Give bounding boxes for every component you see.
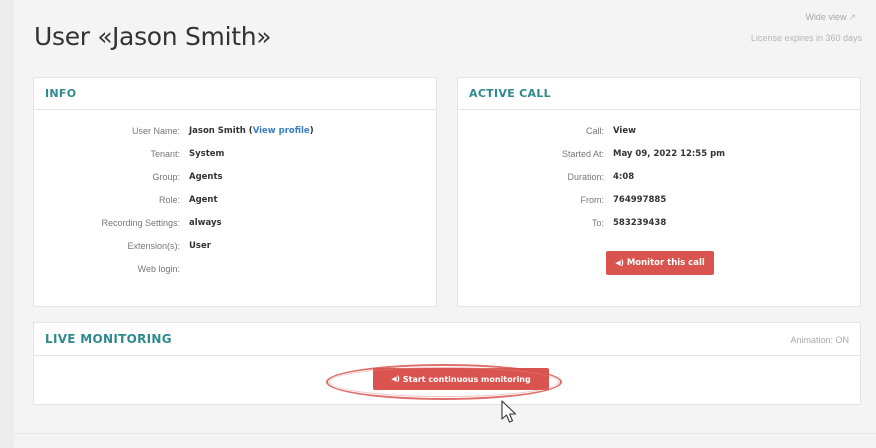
- active-call-header: ACTIVE CALL: [458, 78, 860, 110]
- recording-label: Recording Settings:: [101, 218, 180, 228]
- group-label: Group:: [152, 172, 180, 182]
- extension-row: Extension(s): User: [34, 241, 211, 255]
- info-panel-header: INFO: [34, 78, 436, 110]
- active-call-panel: ACTIVE CALL Call: View Started At: May 0…: [457, 77, 861, 307]
- tenant-row: Tenant: System: [34, 149, 224, 163]
- divider: [14, 433, 876, 434]
- info-panel-title: INFO: [45, 87, 77, 100]
- monitor-call-button[interactable]: ◀) Monitor this call: [606, 251, 714, 275]
- info-panel: INFO User Name: Jason Smith (View profil…: [33, 77, 437, 307]
- started-label: Started At:: [561, 149, 604, 159]
- tenant-link[interactable]: System: [189, 149, 224, 163]
- user-name-label: User Name:: [131, 126, 180, 136]
- from-row: From: 764997885: [458, 195, 667, 209]
- weblogin-label: Web login:: [137, 264, 180, 274]
- group-row: Group: Agents: [34, 172, 223, 186]
- to-value: 583239438: [613, 218, 667, 228]
- user-name-value: Jason Smith (View profile): [189, 126, 314, 140]
- duration-value: 4:08: [613, 172, 635, 182]
- call-view-link[interactable]: View: [613, 126, 636, 140]
- live-monitoring-header: LIVE MONITORING Animation: ON: [34, 323, 860, 356]
- user-name-text: Jason Smith: [189, 126, 246, 136]
- extension-value: User: [189, 241, 211, 251]
- to-label: To:: [591, 218, 604, 228]
- active-call-title: ACTIVE CALL: [469, 87, 551, 100]
- profile-paren-close: ): [309, 126, 314, 136]
- view-profile-link[interactable]: View profile: [253, 126, 310, 136]
- user-name-row: User Name: Jason Smith (View profile): [34, 126, 314, 140]
- call-label: Call:: [585, 126, 604, 136]
- extension-label: Extension(s):: [127, 241, 180, 251]
- weblogin-row: Web login:: [34, 264, 189, 278]
- tenant-label: Tenant:: [150, 149, 180, 159]
- speaker-icon: ◀): [615, 259, 624, 267]
- group-link[interactable]: Agents: [189, 172, 223, 186]
- duration-row: Duration: 4:08: [458, 172, 634, 186]
- recording-row: Recording Settings: always: [34, 218, 222, 232]
- expand-icon: ↗: [848, 12, 856, 22]
- from-label: From:: [580, 195, 605, 205]
- duration-label: Duration:: [567, 172, 604, 182]
- page-title: User «Jason Smith»: [34, 22, 272, 51]
- from-value: 764997885: [613, 195, 667, 205]
- mouse-cursor-icon: [501, 400, 517, 423]
- role-value: Agent: [189, 195, 218, 205]
- recording-value: always: [189, 218, 222, 228]
- call-row: Call: View: [458, 126, 636, 140]
- role-row: Role: Agent: [34, 195, 218, 209]
- license-status: License expires in 360 days: [750, 33, 862, 43]
- started-row: Started At: May 09, 2022 12:55 pm: [458, 149, 725, 163]
- role-label: Role:: [158, 195, 180, 205]
- started-value: May 09, 2022 12:55 pm: [613, 149, 726, 159]
- highlight-ellipse-inner: [329, 367, 559, 397]
- live-monitoring-title: LIVE MONITORING: [45, 332, 172, 346]
- monitor-call-label: Monitor this call: [626, 258, 705, 268]
- wide-view-label: Wide view: [805, 12, 847, 22]
- animation-toggle[interactable]: Animation: ON: [790, 335, 849, 345]
- to-row: To: 583239438: [458, 218, 666, 232]
- wide-view-link[interactable]: Wide view ↗: [805, 12, 856, 23]
